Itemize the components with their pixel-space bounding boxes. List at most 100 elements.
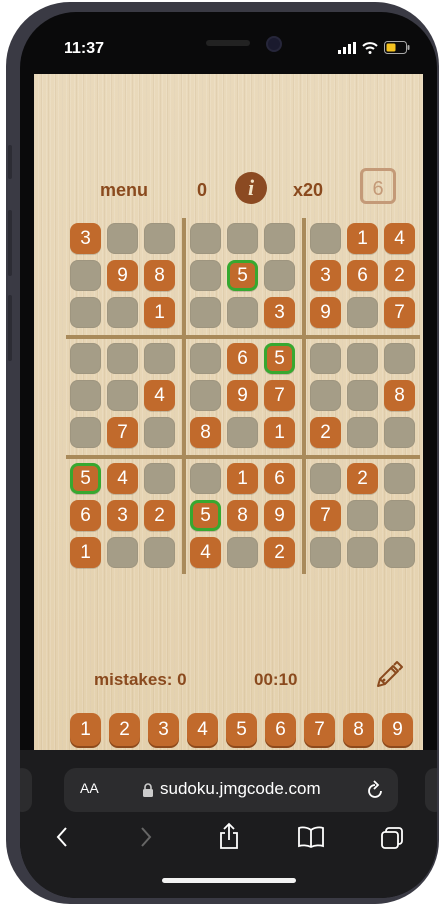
- sudoku-cell-filled[interactable]: 6: [70, 500, 101, 531]
- sudoku-cell-empty[interactable]: [264, 223, 295, 254]
- sudoku-cell-filled[interactable]: 9: [310, 297, 341, 328]
- sudoku-cell-empty[interactable]: [70, 380, 101, 411]
- numpad-key[interactable]: 1: [70, 713, 101, 746]
- sudoku-cell-empty[interactable]: [347, 417, 378, 448]
- sudoku-cell-filled[interactable]: 4: [384, 223, 415, 254]
- sudoku-cell-filled[interactable]: 9: [107, 260, 138, 291]
- sudoku-cell-empty[interactable]: [190, 463, 221, 494]
- sudoku-cell-filled[interactable]: 5: [264, 343, 295, 374]
- sudoku-cell-filled[interactable]: 2: [144, 500, 175, 531]
- sudoku-cell-empty[interactable]: [107, 343, 138, 374]
- sudoku-cell-filled[interactable]: 1: [264, 417, 295, 448]
- numpad-key[interactable]: 3: [148, 713, 179, 746]
- text-size-button[interactable]: AA: [80, 780, 99, 796]
- sudoku-cell-empty[interactable]: [190, 223, 221, 254]
- sudoku-cell-filled[interactable]: 9: [227, 380, 258, 411]
- sudoku-cell-empty[interactable]: [107, 380, 138, 411]
- sudoku-cell-empty[interactable]: [347, 500, 378, 531]
- sudoku-cell-empty[interactable]: [384, 500, 415, 531]
- sudoku-cell-empty[interactable]: [310, 380, 341, 411]
- sudoku-cell-empty[interactable]: [347, 343, 378, 374]
- sudoku-cell-empty[interactable]: [190, 343, 221, 374]
- sudoku-cell-empty[interactable]: [227, 223, 258, 254]
- sudoku-cell-filled[interactable]: 2: [347, 463, 378, 494]
- sudoku-cell-empty[interactable]: [347, 537, 378, 568]
- sudoku-cell-filled[interactable]: 4: [107, 463, 138, 494]
- numpad-key[interactable]: 6: [265, 713, 296, 746]
- sudoku-cell-filled[interactable]: 6: [347, 260, 378, 291]
- sudoku-cell-filled[interactable]: 8: [190, 417, 221, 448]
- sudoku-cell-filled[interactable]: 6: [227, 343, 258, 374]
- sudoku-cell-empty[interactable]: [310, 223, 341, 254]
- sudoku-cell-empty[interactable]: [347, 380, 378, 411]
- sudoku-cell-filled[interactable]: 5: [70, 463, 101, 494]
- sudoku-cell-filled[interactable]: 5: [227, 260, 258, 291]
- sudoku-cell-empty[interactable]: [310, 343, 341, 374]
- sudoku-cell-filled[interactable]: 7: [264, 380, 295, 411]
- numpad-key[interactable]: 9: [382, 713, 413, 746]
- sudoku-cell-filled[interactable]: 5: [190, 500, 221, 531]
- share-icon[interactable]: [218, 822, 240, 850]
- hint-button[interactable]: 6: [360, 168, 396, 204]
- sudoku-cell-filled[interactable]: 8: [144, 260, 175, 291]
- sudoku-cell-filled[interactable]: 7: [384, 297, 415, 328]
- sudoku-cell-filled[interactable]: 8: [384, 380, 415, 411]
- sudoku-cell-empty[interactable]: [384, 537, 415, 568]
- sudoku-cell-empty[interactable]: [384, 417, 415, 448]
- numpad-key[interactable]: 4: [187, 713, 218, 746]
- sudoku-cell-empty[interactable]: [70, 260, 101, 291]
- sudoku-cell-filled[interactable]: 7: [107, 417, 138, 448]
- sudoku-cell-empty[interactable]: [144, 417, 175, 448]
- sudoku-cell-empty[interactable]: [70, 343, 101, 374]
- sudoku-cell-empty[interactable]: [107, 223, 138, 254]
- sudoku-cell-filled[interactable]: 2: [264, 537, 295, 568]
- numpad-key[interactable]: 8: [343, 713, 374, 746]
- address-bar[interactable]: AA sudoku.jmgcode.com: [64, 768, 398, 812]
- sudoku-cell-filled[interactable]: 9: [264, 500, 295, 531]
- sudoku-cell-filled[interactable]: 7: [310, 500, 341, 531]
- pencil-button[interactable]: [374, 660, 404, 694]
- sudoku-cell-empty[interactable]: [107, 297, 138, 328]
- sudoku-cell-empty[interactable]: [227, 297, 258, 328]
- sudoku-cell-empty[interactable]: [190, 380, 221, 411]
- sudoku-cell-filled[interactable]: 1: [70, 537, 101, 568]
- sudoku-cell-empty[interactable]: [144, 537, 175, 568]
- sudoku-cell-filled[interactable]: 3: [310, 260, 341, 291]
- next-tab-peek[interactable]: [425, 768, 437, 812]
- sudoku-cell-filled[interactable]: 8: [227, 500, 258, 531]
- numpad-key[interactable]: 7: [304, 713, 335, 746]
- sudoku-cell-empty[interactable]: [310, 537, 341, 568]
- sudoku-cell-empty[interactable]: [227, 537, 258, 568]
- sudoku-cell-filled[interactable]: 2: [384, 260, 415, 291]
- sudoku-cell-empty[interactable]: [70, 417, 101, 448]
- menu-button[interactable]: menu: [100, 180, 148, 201]
- sudoku-cell-filled[interactable]: 4: [190, 537, 221, 568]
- sudoku-cell-empty[interactable]: [227, 417, 258, 448]
- prev-tab-peek[interactable]: [20, 768, 32, 812]
- sudoku-cell-filled[interactable]: 3: [70, 223, 101, 254]
- sudoku-cell-empty[interactable]: [144, 463, 175, 494]
- sudoku-cell-empty[interactable]: [190, 297, 221, 328]
- reload-icon[interactable]: [366, 780, 384, 800]
- tabs-icon[interactable]: [380, 826, 404, 850]
- bookmarks-icon[interactable]: [297, 826, 325, 848]
- sudoku-cell-filled[interactable]: 3: [264, 297, 295, 328]
- numpad-key[interactable]: 2: [109, 713, 140, 746]
- sudoku-cell-empty[interactable]: [264, 260, 295, 291]
- forward-icon[interactable]: [140, 826, 152, 848]
- sudoku-cell-empty[interactable]: [190, 260, 221, 291]
- sudoku-cell-filled[interactable]: 2: [310, 417, 341, 448]
- sudoku-cell-filled[interactable]: 4: [144, 380, 175, 411]
- sudoku-cell-empty[interactable]: [384, 343, 415, 374]
- sudoku-cell-filled[interactable]: 1: [347, 223, 378, 254]
- back-icon[interactable]: [56, 826, 68, 848]
- sudoku-cell-empty[interactable]: [310, 463, 341, 494]
- sudoku-cell-empty[interactable]: [70, 297, 101, 328]
- sudoku-cell-empty[interactable]: [347, 297, 378, 328]
- sudoku-cell-empty[interactable]: [384, 463, 415, 494]
- sudoku-cell-filled[interactable]: 1: [144, 297, 175, 328]
- info-icon[interactable]: i: [235, 172, 267, 204]
- sudoku-cell-empty[interactable]: [107, 537, 138, 568]
- sudoku-cell-filled[interactable]: 6: [264, 463, 295, 494]
- numpad-key[interactable]: 5: [226, 713, 257, 746]
